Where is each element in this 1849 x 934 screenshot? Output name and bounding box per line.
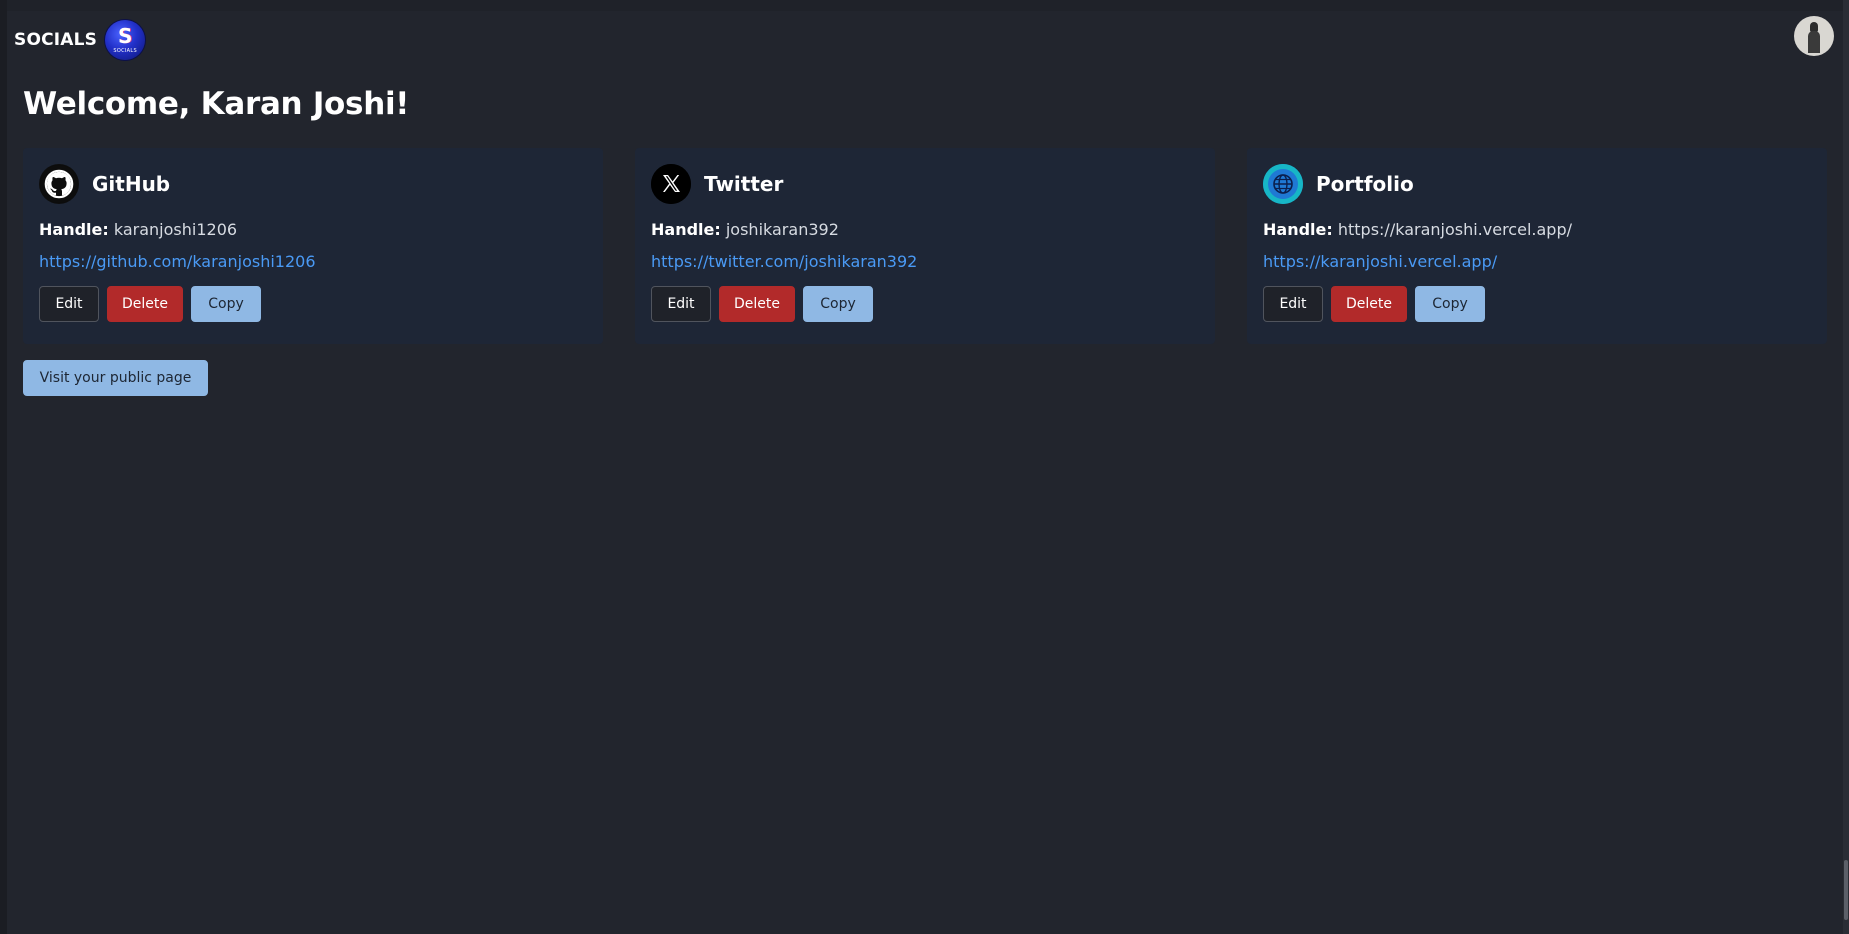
handle-line: Handle: https://karanjoshi.vercel.app/: [1263, 220, 1811, 240]
profile-link[interactable]: https://github.com/karanjoshi1206: [39, 252, 316, 271]
social-card-github: GitHub Handle: karanjoshi1206 https://gi…: [23, 148, 603, 344]
edit-button[interactable]: Edit: [39, 286, 99, 322]
scrollbar-thumb[interactable]: [1844, 860, 1848, 920]
link-line: https://karanjoshi.vercel.app/: [1263, 252, 1811, 272]
top-strip: [0, 0, 1849, 11]
card-header: Twitter: [651, 164, 1199, 204]
card-header: Portfolio: [1263, 164, 1811, 204]
delete-button[interactable]: Delete: [107, 286, 183, 322]
handle-label: Handle:: [39, 220, 109, 239]
handle-line: Handle: karanjoshi1206: [39, 220, 587, 240]
copy-button[interactable]: Copy: [191, 286, 261, 322]
card-actions: Edit Delete Copy: [1263, 286, 1811, 322]
delete-button[interactable]: Delete: [1331, 286, 1407, 322]
profile-link[interactable]: https://karanjoshi.vercel.app/: [1263, 252, 1497, 271]
edit-button[interactable]: Edit: [1263, 286, 1323, 322]
x-twitter-icon: [651, 164, 691, 204]
navbar: SOCIALS S SOCIALS: [14, 20, 146, 60]
handle-label: Handle:: [651, 220, 721, 239]
brand-name[interactable]: SOCIALS: [14, 30, 97, 50]
handle-line: Handle: joshikaran392: [651, 220, 1199, 240]
handle-value: joshikaran392: [725, 220, 839, 239]
profile-link[interactable]: https://twitter.com/joshikaran392: [651, 252, 917, 271]
page-title: Welcome, Karan Joshi!: [23, 86, 410, 122]
social-card-portfolio: Portfolio Handle: https://karanjoshi.ver…: [1247, 148, 1827, 344]
handle-value: https://karanjoshi.vercel.app/: [1337, 220, 1572, 239]
github-icon: [39, 164, 79, 204]
copy-button[interactable]: Copy: [1415, 286, 1485, 322]
brand-logo-subtext: SOCIALS: [113, 48, 137, 54]
handle-value: karanjoshi1206: [113, 220, 238, 239]
scrollbar[interactable]: [1843, 0, 1849, 934]
user-avatar[interactable]: [1794, 16, 1834, 56]
left-edge: [0, 0, 7, 934]
delete-button[interactable]: Delete: [719, 286, 795, 322]
handle-label: Handle:: [1263, 220, 1333, 239]
card-title: GitHub: [92, 172, 171, 196]
card-header: GitHub: [39, 164, 587, 204]
globe-icon: [1263, 164, 1303, 204]
brand-logo-letter: S: [117, 24, 133, 48]
copy-button[interactable]: Copy: [803, 286, 873, 322]
avatar-body: [1808, 31, 1820, 53]
brand-logo[interactable]: S SOCIALS: [105, 20, 146, 60]
card-actions: Edit Delete Copy: [651, 286, 1199, 322]
social-card-twitter: Twitter Handle: joshikaran392 https://tw…: [635, 148, 1215, 344]
card-title: Portfolio: [1316, 172, 1414, 196]
card-title: Twitter: [704, 172, 784, 196]
link-line: https://twitter.com/joshikaran392: [651, 252, 1199, 272]
edit-button[interactable]: Edit: [651, 286, 711, 322]
social-cards: GitHub Handle: karanjoshi1206 https://gi…: [23, 148, 1827, 344]
card-actions: Edit Delete Copy: [39, 286, 587, 322]
visit-public-page-button[interactable]: Visit your public page: [23, 360, 208, 396]
link-line: https://github.com/karanjoshi1206: [39, 252, 587, 272]
dashboard-page: SOCIALS S SOCIALS Welcome, Karan Joshi! …: [0, 0, 1849, 934]
